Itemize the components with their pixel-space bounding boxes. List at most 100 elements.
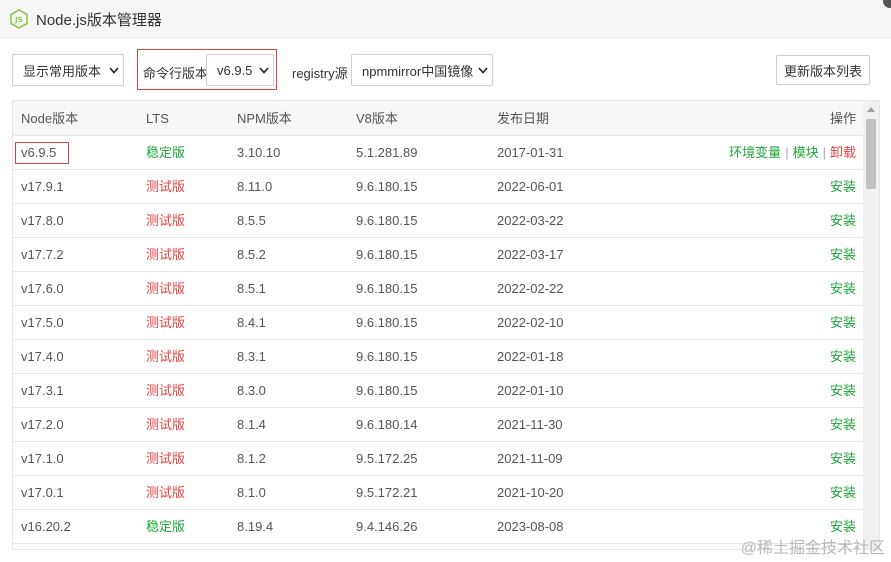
release-date: 2022-06-01 bbox=[497, 179, 564, 194]
v8-version: 9.4.146.26 bbox=[356, 519, 418, 534]
version-table: Node版本 LTS NPM版本 V8版本 发布日期 操作 v6.9.5 稳定版 3… bbox=[12, 100, 880, 550]
v8-version: 9.6.180.15 bbox=[356, 315, 418, 330]
node-version: v17.2.0 bbox=[21, 417, 64, 432]
release-date: 2022-01-10 bbox=[497, 383, 564, 398]
install-link[interactable]: 安装 bbox=[830, 349, 856, 364]
registry-label: registry源 bbox=[292, 66, 348, 81]
node-version: v17.6.0 bbox=[21, 281, 64, 296]
lts-status: 测试版 bbox=[146, 281, 186, 296]
table-row: v17.5.0 测试版 8.4.1 9.6.180.15 2022-02-10 安装 bbox=[13, 306, 864, 340]
lts-status: 测试版 bbox=[146, 247, 186, 262]
install-link[interactable]: 安装 bbox=[830, 281, 856, 296]
row-actions: 安装 bbox=[830, 170, 856, 204]
npm-version: 8.5.2 bbox=[237, 247, 266, 262]
release-date: 2021-11-30 bbox=[497, 417, 563, 432]
node-version: v16.20.2 bbox=[21, 519, 71, 534]
npm-version: 8.3.1 bbox=[237, 349, 266, 364]
title-bar: JS Node.js版本管理器 bbox=[0, 0, 891, 38]
release-date: 2023-08-08 bbox=[497, 519, 564, 534]
v8-version: 9.5.172.21 bbox=[356, 485, 418, 500]
header-actions: 操作 bbox=[829, 111, 856, 126]
display-version-select[interactable]: 显示常用版本 bbox=[12, 54, 124, 86]
lts-status: 测试版 bbox=[146, 179, 186, 194]
separator: | bbox=[822, 145, 826, 160]
row-actions: 安装 bbox=[830, 204, 856, 238]
v8-version: 9.5.172.25 bbox=[356, 451, 418, 466]
install-link[interactable]: 安装 bbox=[830, 315, 856, 330]
row-actions: 安装 bbox=[830, 408, 856, 442]
scrollbar[interactable] bbox=[863, 101, 879, 549]
v8-version: 9.6.180.15 bbox=[356, 281, 418, 296]
install-link[interactable]: 安装 bbox=[830, 213, 856, 228]
v8-version: 9.6.180.15 bbox=[356, 383, 418, 398]
nodejs-icon: JS bbox=[10, 9, 28, 29]
node-version: v17.8.0 bbox=[21, 213, 64, 228]
install-link[interactable]: 安装 bbox=[830, 383, 856, 398]
node-version: v17.0.1 bbox=[21, 485, 64, 500]
table-row: v17.4.0 测试版 8.3.1 9.6.180.15 2022-01-18 安装 bbox=[13, 340, 864, 374]
install-link[interactable]: 安装 bbox=[830, 451, 856, 466]
scrollbar-thumb[interactable] bbox=[866, 119, 876, 189]
release-date: 2021-10-20 bbox=[497, 485, 564, 500]
install-link[interactable]: 安装 bbox=[830, 179, 856, 194]
v8-version: 9.6.180.14 bbox=[356, 417, 418, 432]
scroll-up-icon[interactable] bbox=[863, 101, 879, 117]
node-version: v17.4.0 bbox=[21, 349, 64, 364]
cmd-version-select[interactable]: v6.9.5 bbox=[206, 54, 274, 86]
v8-version: 9.6.180.15 bbox=[356, 179, 418, 194]
toolbar: 显示常用版本 命令行版本 v6.9.5 registry源 npmmirror中… bbox=[0, 38, 891, 100]
cmd-version-value: v6.9.5 bbox=[217, 62, 253, 78]
lts-status: 测试版 bbox=[146, 451, 186, 466]
chevron-down-icon bbox=[474, 55, 492, 85]
install-link[interactable]: 安装 bbox=[830, 519, 856, 534]
uninstall-link[interactable]: 卸载 bbox=[830, 145, 856, 160]
row-actions: 安装 bbox=[830, 374, 856, 408]
node-version: v17.7.2 bbox=[21, 247, 64, 262]
npm-version: 8.1.2 bbox=[237, 451, 266, 466]
svg-text:JS: JS bbox=[14, 16, 23, 24]
row-actions: 安装 bbox=[830, 238, 856, 272]
table-row: v17.0.1 测试版 8.1.0 9.5.172.21 2021-10-20 安装 bbox=[13, 476, 864, 510]
close-icon[interactable] bbox=[883, 0, 891, 8]
registry-select[interactable]: npmmirror中国镜像 bbox=[351, 54, 493, 86]
table-row: v17.8.0 测试版 8.5.5 9.6.180.15 2022-03-22 安装 bbox=[13, 204, 864, 238]
header-node-version: Node版本 bbox=[21, 111, 79, 126]
lts-status: 测试版 bbox=[146, 485, 186, 500]
row-actions: 安装 bbox=[830, 476, 856, 510]
npm-version: 8.11.0 bbox=[237, 179, 273, 194]
node-version: v17.9.1 bbox=[21, 179, 64, 194]
release-date: 2022-02-22 bbox=[497, 281, 564, 296]
install-link[interactable]: 安装 bbox=[830, 247, 856, 262]
release-date: 2022-03-17 bbox=[497, 247, 564, 262]
env-variable-link[interactable]: 环境变量 bbox=[729, 145, 781, 160]
release-date: 2021-11-09 bbox=[497, 451, 563, 466]
release-date: 2022-03-22 bbox=[497, 213, 564, 228]
modules-link[interactable]: 模块 bbox=[793, 145, 819, 160]
npm-version: 8.1.0 bbox=[237, 485, 266, 500]
table-row: v6.9.5 稳定版 3.10.10 5.1.281.89 2017-01-31 环境变量… bbox=[13, 136, 864, 170]
lts-status: 测试版 bbox=[146, 315, 186, 330]
chevron-down-icon bbox=[255, 55, 273, 85]
npm-version: 8.5.1 bbox=[237, 281, 266, 296]
lts-status: 测试版 bbox=[146, 213, 186, 228]
v8-version: 9.6.180.15 bbox=[356, 349, 418, 364]
row-actions: 环境变量 | 模块 | 卸载 bbox=[729, 136, 856, 170]
refresh-version-list-button[interactable]: 更新版本列表 bbox=[776, 55, 870, 85]
install-link[interactable]: 安装 bbox=[830, 417, 856, 432]
table-row: v17.1.0 测试版 8.1.2 9.5.172.25 2021-11-09 安装 bbox=[13, 442, 864, 476]
window-title: Node.js版本管理器 bbox=[36, 12, 162, 29]
table-row: v17.3.1 测试版 8.3.0 9.6.180.15 2022-01-10 安装 bbox=[13, 374, 864, 408]
lts-status: 测试版 bbox=[146, 349, 186, 364]
v8-version: 9.6.180.15 bbox=[356, 213, 418, 228]
watermark: @稀土掘金技术社区 bbox=[740, 540, 885, 557]
npm-version: 8.4.1 bbox=[237, 315, 266, 330]
table-header: Node版本 LTS NPM版本 V8版本 发布日期 操作 bbox=[13, 101, 864, 136]
table-row: v17.2.0 测试版 8.1.4 9.6.180.14 2021-11-30 安装 bbox=[13, 408, 864, 442]
current-version-highlight bbox=[15, 142, 69, 164]
row-actions: 安装 bbox=[830, 442, 856, 476]
header-lts: LTS bbox=[146, 111, 169, 126]
install-link[interactable]: 安装 bbox=[830, 485, 856, 500]
npm-version: 3.10.10 bbox=[237, 145, 281, 160]
row-actions: 安装 bbox=[830, 306, 856, 340]
npm-version: 8.5.5 bbox=[237, 213, 266, 228]
